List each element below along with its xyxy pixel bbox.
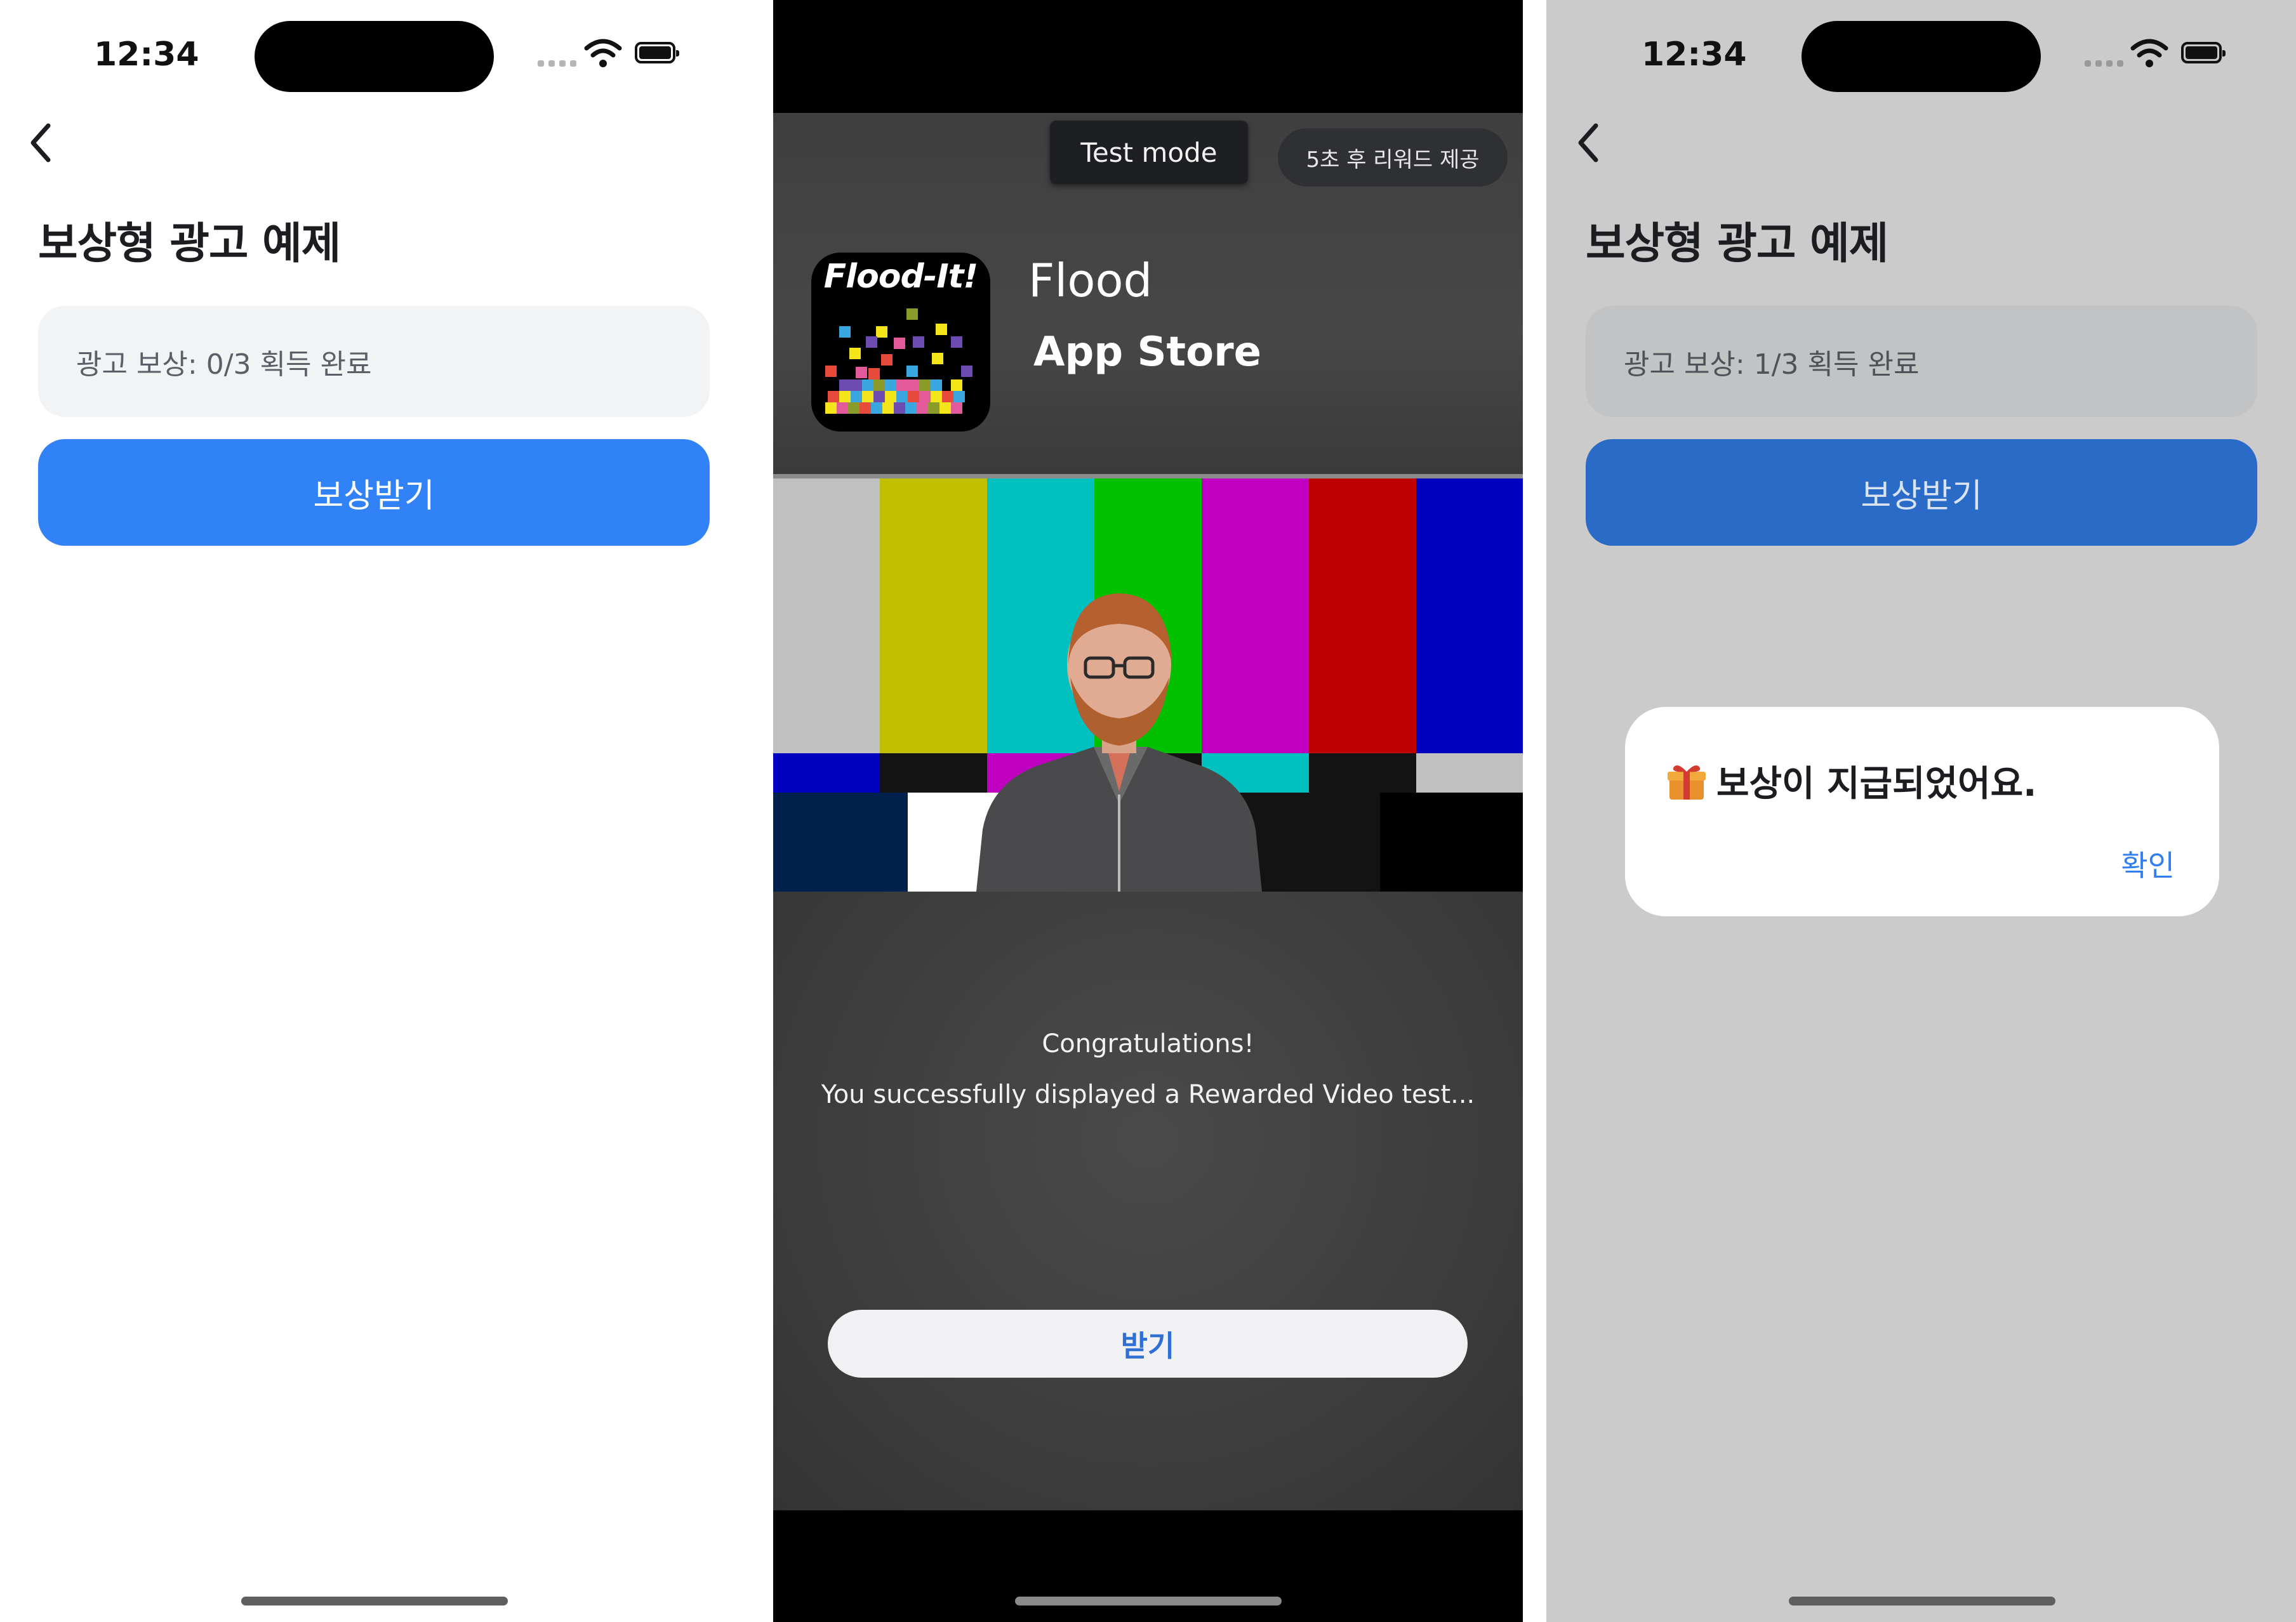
wifi-icon [2130,39,2168,67]
test-pattern-image [773,474,1523,892]
gift-icon [1668,765,1706,800]
reward-status-field: 광고 보상: 1/3 획득 완료 [1586,306,2257,417]
home-indicator [241,1597,508,1606]
screen-before-ad: 12:34 보상형 광고 예제 광고 보상: 0/3 획득 완료 보상받기 [0,0,773,1622]
pixel-mosaic-icon [825,308,972,414]
get-app-button[interactable]: 받기 [828,1310,1468,1378]
page-title: 보상형 광고 예제 [1586,219,1888,269]
cellular-signal-icon [538,60,576,67]
status-time: 12:34 [94,36,199,74]
dialog-message: 보상이 지급되었어요. [1716,763,2037,805]
home-indicator [1015,1597,1282,1606]
test-mode-badge: Test mode [1050,121,1248,184]
ad-video[interactable] [773,474,1523,892]
congrats-title: Congratulations! [1042,1029,1254,1058]
reward-dialog: 보상이 지급되었어요. 확인 [1625,707,2219,916]
claim-reward-button[interactable]: 보상받기 [1586,439,2257,546]
ad-app-name: Flood [1028,254,1153,307]
dynamic-island [1802,21,2041,92]
status-time: 12:34 [1642,36,1747,74]
ad-store-name: App Store [1033,329,1262,376]
ad-message-area [773,892,1523,1510]
battery-icon [2181,42,2226,63]
congrats-body: You successfully displayed a Rewarded Vi… [821,1080,1475,1109]
cellular-signal-icon [2085,60,2123,67]
dialog-confirm-button[interactable]: 확인 [2121,843,2175,885]
reward-status-field: 광고 보상: 0/3 획득 완료 [38,306,710,417]
wifi-icon [584,39,622,67]
back-chevron-icon[interactable] [1573,121,1605,165]
battery-icon [635,42,679,63]
dialog-message-row: 보상이 지급되었어요. [1666,755,2036,807]
rewarded-ad-screen: Test mode 5초 후 리워드 제공 Flood-It! Flood Ap… [773,0,1523,1622]
back-chevron-icon[interactable] [25,121,57,165]
claim-reward-button[interactable]: 보상받기 [38,439,710,546]
dynamic-island [255,21,494,92]
page-title: 보상형 광고 예제 [38,219,341,269]
app-icon[interactable]: Flood-It! [811,253,990,432]
reward-countdown-pill: 5초 후 리워드 제공 [1278,128,1508,187]
screen-after-reward: 12:34 보상형 광고 예제 광고 보상: 1/3 획득 완료 보상받기 보상… [1546,0,2296,1622]
home-indicator [1789,1597,2055,1606]
